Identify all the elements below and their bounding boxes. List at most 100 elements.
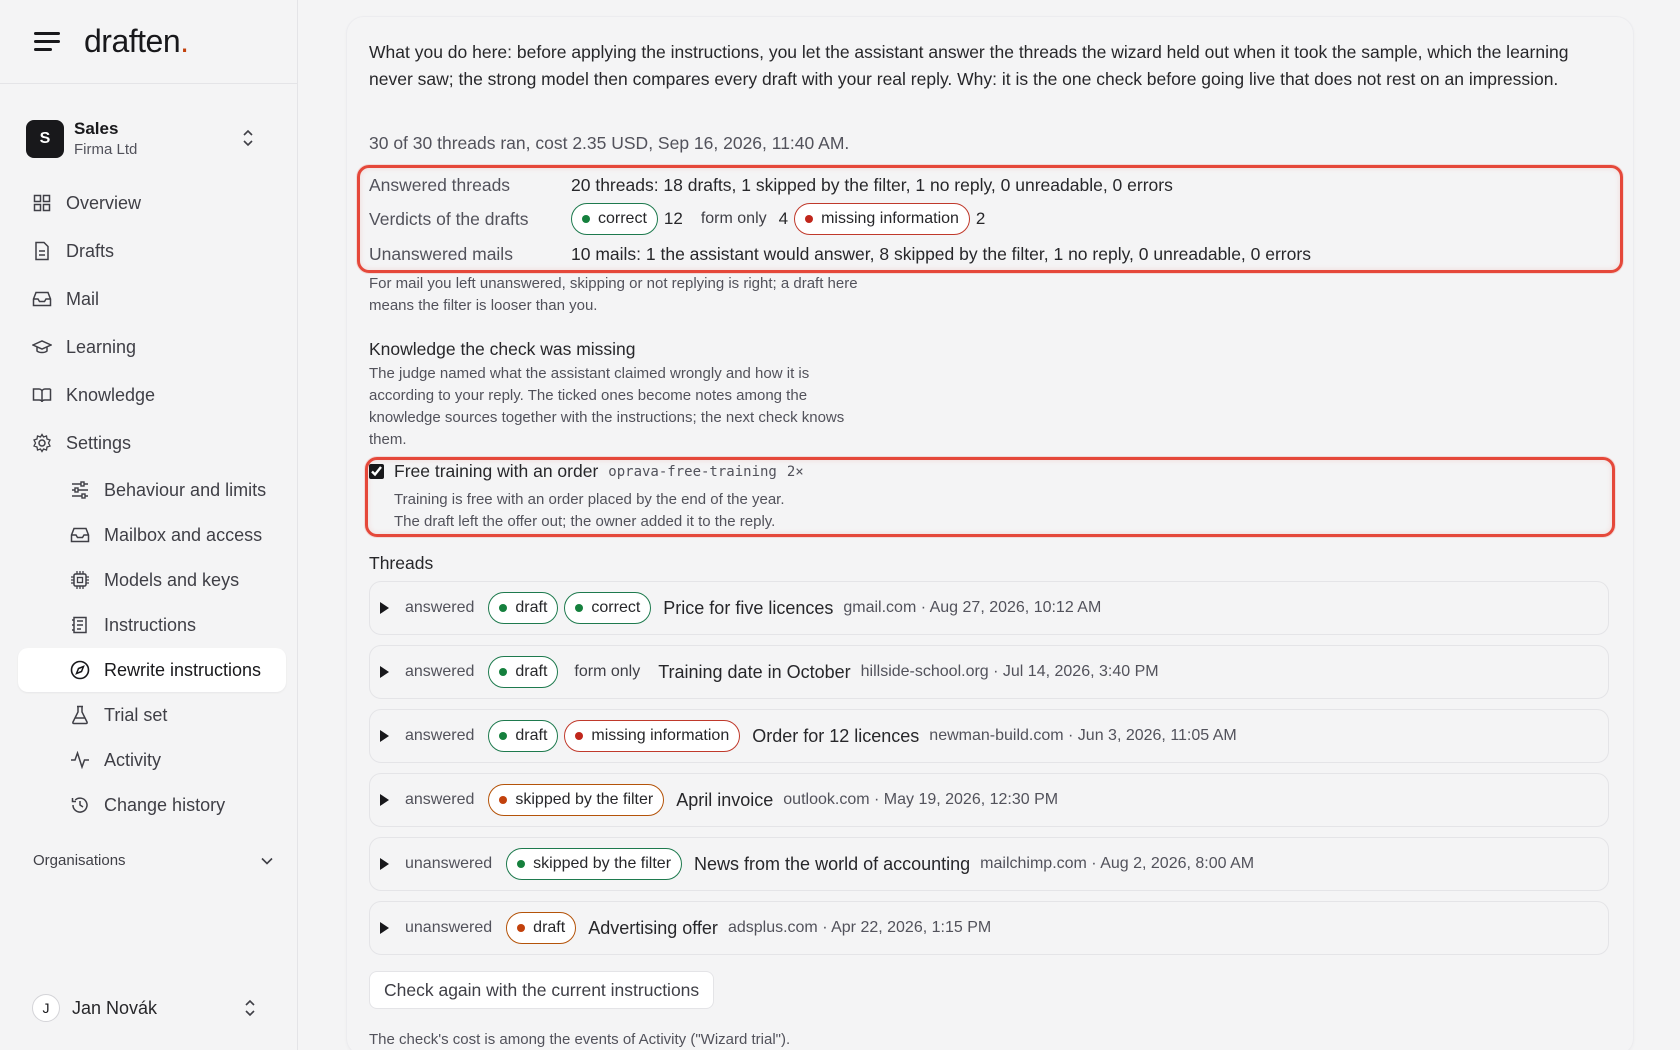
expand-triangle-icon[interactable] xyxy=(380,858,389,870)
nav-label: Models and keys xyxy=(104,569,240,590)
thread-subject: Training date in October xyxy=(658,661,851,682)
chevron-updown-icon xyxy=(245,999,255,1017)
organisations-toggle[interactable]: Organisations xyxy=(33,852,273,869)
user-avatar: J xyxy=(32,994,60,1022)
history-icon xyxy=(70,795,90,815)
thread-state: unanswered xyxy=(405,855,493,872)
nav-label: Activity xyxy=(104,749,162,770)
nav-activity[interactable]: Activity xyxy=(18,738,286,782)
finding-slug: oprava-free-training xyxy=(608,463,777,480)
skipped-badge: skipped by the filter xyxy=(506,848,683,880)
thread-meta: hillside-school.org · Jul 14, 2026, 3:40… xyxy=(860,663,1159,680)
expand-triangle-icon[interactable] xyxy=(380,922,389,934)
verdict-form-count: 4 xyxy=(778,209,789,228)
nav-label: Overview xyxy=(66,192,142,213)
nav-rewrite-instructions[interactable]: Rewrite instructions xyxy=(18,648,286,692)
finding-checkbox[interactable] xyxy=(369,464,384,479)
nav-mail[interactable]: Mail xyxy=(18,276,286,322)
thread-row[interactable]: answered draft missing information Order… xyxy=(369,709,1609,763)
draft-badge: draft xyxy=(488,592,559,624)
org-name: Sales xyxy=(74,119,119,138)
org-switcher[interactable]: S Sales Firma Ltd xyxy=(26,112,276,166)
thread-meta: mailchimp.com · Aug 2, 2026, 8:00 AM xyxy=(980,855,1255,872)
verdict-form-badge: form only xyxy=(700,210,767,227)
nav-label: Mail xyxy=(66,288,100,309)
expand-triangle-icon[interactable] xyxy=(380,602,389,614)
nav-label: Change history xyxy=(104,794,226,815)
thread-state: answered xyxy=(405,791,475,808)
sliders-icon xyxy=(70,480,90,500)
graduation-cap-icon xyxy=(32,337,52,357)
verdict-correct-count: 12 xyxy=(663,209,683,228)
nav-change-history[interactable]: Change history xyxy=(18,783,286,827)
nav-label: Drafts xyxy=(66,240,115,261)
nav-overview[interactable]: Overview xyxy=(18,180,286,226)
intro-text: What you do here: before applying the in… xyxy=(369,42,1569,89)
expand-triangle-icon[interactable] xyxy=(380,794,389,806)
thread-row[interactable]: answered draft correct Price for five li… xyxy=(369,581,1609,635)
run-summary: 30 of 30 threads ran, cost 2.35 USD, Sep… xyxy=(369,133,850,153)
knowledge-title: Knowledge the check was missing xyxy=(369,339,636,359)
user-name: Jan Novák xyxy=(72,997,158,1018)
thread-state: answered xyxy=(405,599,475,616)
verdicts-label: Verdicts of the drafts xyxy=(369,208,529,229)
verdict-missing-count: 2 xyxy=(975,209,986,228)
nav-models[interactable]: Models and keys xyxy=(18,558,286,602)
unanswered-value: 10 mails: 1 the assistant would answer, … xyxy=(571,244,1311,264)
thread-meta: adsplus.com · Apr 22, 2026, 1:15 PM xyxy=(727,919,992,936)
verdict-correct-badge: correct xyxy=(571,203,658,235)
answered-row: Answered threads 20 threads: 18 drafts, … xyxy=(369,175,1173,196)
pulse-icon xyxy=(70,750,90,770)
book-icon xyxy=(32,385,52,405)
gear-icon xyxy=(32,433,52,453)
thread-row[interactable]: answered skipped by the filter April inv… xyxy=(369,773,1609,827)
thread-state: answered xyxy=(405,663,475,680)
draft-badge: draft xyxy=(488,656,559,688)
expand-triangle-icon[interactable] xyxy=(380,666,389,678)
nav-label: Mailbox and access xyxy=(104,524,263,545)
flask-icon xyxy=(70,705,90,725)
chevron-updown-icon xyxy=(243,129,253,147)
draft-badge: draft xyxy=(506,912,577,944)
expand-triangle-icon[interactable] xyxy=(380,730,389,742)
nav-label: Rewrite instructions xyxy=(104,659,262,680)
thread-row[interactable]: unanswered skipped by the filter News fr… xyxy=(369,837,1609,891)
verdict-missing-badge: missing information xyxy=(794,203,970,235)
unanswered-note: For mail you left unanswered, skipping o… xyxy=(369,275,858,314)
nav-trial-set[interactable]: Trial set xyxy=(18,693,286,737)
finding-line-1: Training is free with an order placed by… xyxy=(394,491,785,508)
nav-drafts[interactable]: Drafts xyxy=(18,228,286,274)
thread-state: unanswered xyxy=(405,919,493,936)
check-again-button[interactable]: Check again with the current instruction… xyxy=(369,971,715,1009)
nav-label: Knowledge xyxy=(66,384,156,405)
thread-row[interactable]: answered draft form only Training date i… xyxy=(369,645,1609,699)
chevron-down-icon xyxy=(261,857,273,865)
thread-subject: Order for 12 licences xyxy=(752,725,920,746)
nav-label: Settings xyxy=(66,432,132,453)
skipped-badge: skipped by the filter xyxy=(488,784,665,816)
thread-state: answered xyxy=(405,727,475,744)
verdict-badge: correct xyxy=(564,592,652,624)
brand-bar: draften. xyxy=(0,0,297,84)
thread-meta: gmail.com · Aug 27, 2026, 10:12 AM xyxy=(843,599,1102,616)
organisations-label: Organisations xyxy=(33,852,126,869)
nav-knowledge[interactable]: Knowledge xyxy=(18,372,286,418)
menu-icon[interactable] xyxy=(34,31,60,52)
logo[interactable]: draften. xyxy=(84,23,189,60)
org-company: Firma Ltd xyxy=(74,141,138,158)
finding-desc: Training is free with an order placed by… xyxy=(394,489,785,533)
unanswered-label: Unanswered mails xyxy=(369,244,513,264)
nav-instructions[interactable]: Instructions xyxy=(18,603,286,647)
thread-subject: Advertising offer xyxy=(588,917,718,938)
main-nav: Overview Drafts Mail Learning Knowledge … xyxy=(18,180,286,828)
nav-behaviour[interactable]: Behaviour and limits xyxy=(18,468,286,512)
document-icon xyxy=(32,241,52,261)
user-menu[interactable]: J Jan Novák xyxy=(32,990,272,1026)
thread-row[interactable]: unanswered draft Advertising offer adspl… xyxy=(369,901,1609,955)
unanswered-row: Unanswered mails 10 mails: 1 the assista… xyxy=(369,244,1311,265)
nav-settings[interactable]: Settings xyxy=(18,420,286,466)
answered-value: 20 threads: 18 drafts, 1 skipped by the … xyxy=(571,175,1173,195)
nav-learning[interactable]: Learning xyxy=(18,324,286,370)
nav-mailbox[interactable]: Mailbox and access xyxy=(18,513,286,557)
thread-meta: newman-build.com · Jun 3, 2026, 11:05 AM xyxy=(929,727,1237,744)
